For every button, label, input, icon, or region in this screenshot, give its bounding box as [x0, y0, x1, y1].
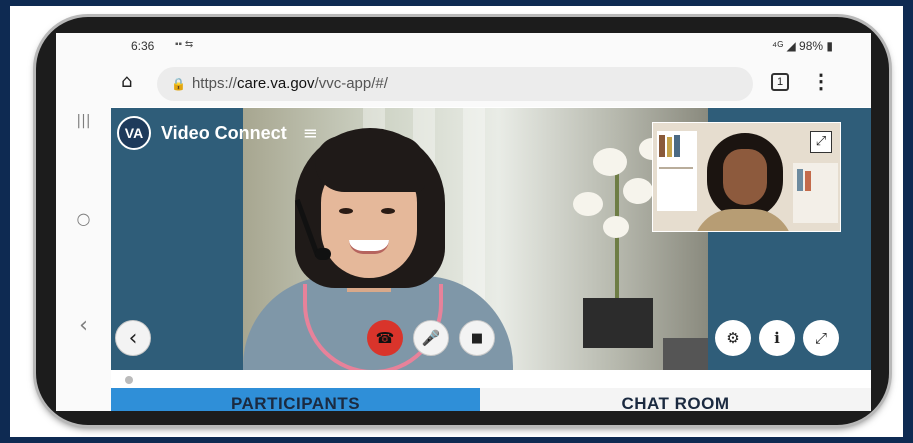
- phone-screen: 6:36 ▪▪ ⇆ ⁴ᴳ ◢ 98% ▮ ⌂ 🔒 https://care.va.…: [111, 33, 871, 411]
- fullscreen-button[interactable]: ⤢: [803, 320, 839, 356]
- tab-switcher-button[interactable]: 1: [771, 73, 789, 91]
- notification-icons: ▪▪ ⇆: [175, 39, 194, 50]
- info-button[interactable]: ℹ: [759, 320, 795, 356]
- browser-menu-icon[interactable]: ⋮: [811, 69, 831, 94]
- self-view-video[interactable]: ⤢: [652, 122, 841, 232]
- patient-face: [723, 149, 767, 205]
- app-header: VA Video Connect ≡: [111, 108, 318, 158]
- status-time: 6:36: [131, 39, 155, 53]
- url-prefix: https://: [191, 75, 237, 92]
- doctor-eye: [381, 208, 395, 214]
- url-bar[interactable]: 🔒 https://care.va.gov/vvc-app/#/: [157, 67, 753, 101]
- expand-self-view-icon[interactable]: ⤢: [810, 131, 832, 153]
- tab-participants[interactable]: PARTICIPANTS: [111, 388, 480, 411]
- settings-button[interactable]: ⚙: [715, 320, 751, 356]
- home-icon[interactable]: ⌂: [121, 71, 132, 92]
- android-nav-bar: ||| ○ ‹: [56, 33, 111, 411]
- url-domain: care.va.gov: [236, 75, 315, 92]
- url-path: /vvc-app/#/: [314, 75, 388, 92]
- status-indicators: ⁴ᴳ ◢ 98% ▮: [772, 39, 833, 53]
- doctor-eye: [339, 208, 353, 214]
- hamburger-menu-icon[interactable]: ≡: [303, 123, 318, 144]
- headset-mic: [315, 248, 331, 260]
- status-bar: 6:36 ▪▪ ⇆ ⁴ᴳ ◢ 98% ▮: [111, 33, 871, 59]
- plant-stem: [615, 168, 619, 308]
- doctor-bangs: [315, 136, 425, 192]
- hang-up-button[interactable]: ☎: [367, 320, 403, 356]
- plant-pot: [583, 298, 653, 348]
- orchid-flower: [603, 216, 629, 238]
- lock-icon: 🔒: [171, 77, 186, 91]
- orchid-flower: [593, 148, 627, 176]
- tab-chat-room[interactable]: CHAT ROOM: [480, 388, 871, 411]
- microphone-button[interactable]: 🎤: [413, 320, 449, 356]
- scroll-indicator: [125, 376, 133, 384]
- camera-button[interactable]: ■: [459, 320, 495, 356]
- back-nav-icon[interactable]: ‹: [56, 313, 111, 338]
- app-title: Video Connect: [161, 122, 287, 143]
- va-logo: VA: [117, 116, 151, 150]
- orchid-flower: [623, 178, 653, 204]
- browser-toolbar: ⌂ 🔒 https://care.va.gov/vvc-app/#/ 1 ⋮: [111, 59, 871, 107]
- orchid-flower: [573, 192, 603, 216]
- recent-apps-icon[interactable]: |||: [56, 113, 111, 129]
- video-area: ⤢ VA Video Connect ≡ ‹ ☎ 🎤 ■ ⚙ ℹ ⤢: [111, 108, 871, 370]
- desk-object: [663, 338, 708, 370]
- content-area: [111, 370, 871, 388]
- collapse-panel-button[interactable]: ‹: [115, 320, 151, 356]
- home-nav-icon[interactable]: ○: [56, 209, 111, 228]
- panel-tabs: PARTICIPANTS CHAT ROOM: [111, 388, 871, 411]
